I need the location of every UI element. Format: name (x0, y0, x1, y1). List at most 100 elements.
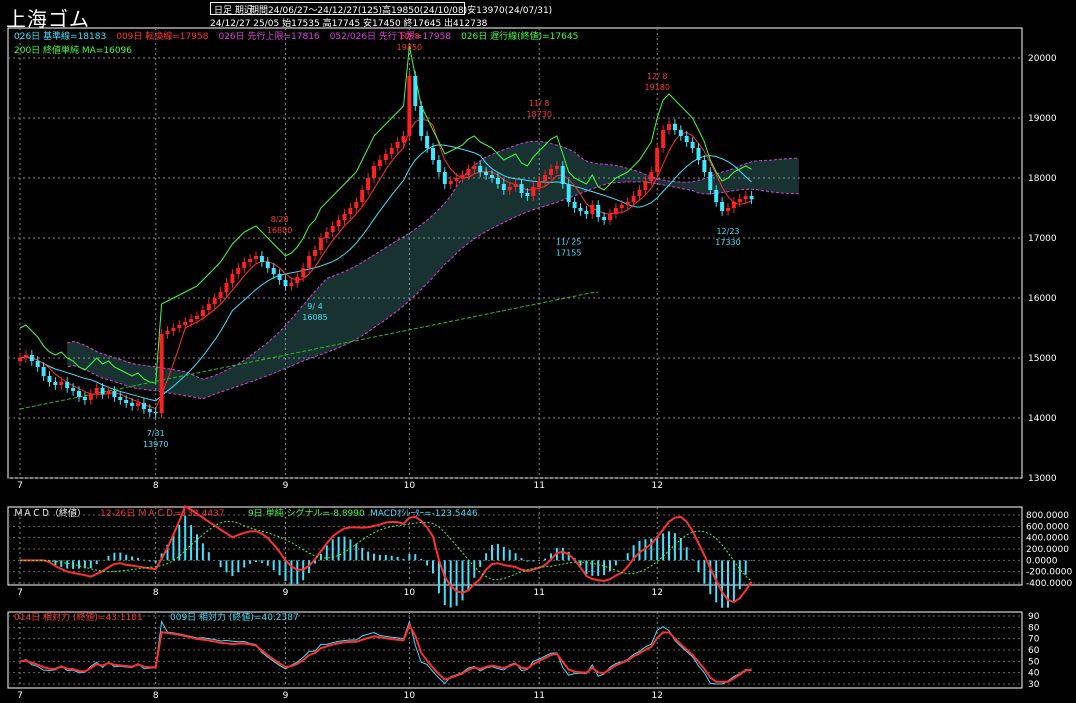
candle (53, 382, 58, 385)
candle (419, 106, 424, 136)
annotation-value: 19180 (644, 83, 669, 92)
macd-tick: 400.0000 (1026, 534, 1069, 544)
candle (366, 178, 371, 190)
candle (313, 250, 317, 256)
candle (259, 256, 264, 262)
candle (383, 154, 388, 160)
candle (436, 160, 441, 172)
candle (153, 412, 158, 414)
rsi14-line (19, 622, 752, 683)
y-tick-label: 13000 (1028, 474, 1057, 484)
candle (124, 400, 129, 403)
candle (726, 208, 730, 211)
candle (82, 397, 87, 400)
candle (254, 256, 258, 259)
rsi14-label: 014日 相対力 (終値)=43.1101 (14, 611, 143, 623)
month-label: 11 (533, 691, 544, 701)
month-label: 12 (651, 481, 662, 491)
candle (749, 196, 754, 200)
candle (566, 184, 571, 202)
candle (377, 160, 382, 166)
month-label: 8 (153, 481, 159, 491)
month-label: 7 (17, 481, 23, 491)
annotation-date: 11/ 25 (556, 238, 582, 247)
candle (702, 160, 707, 172)
candle (189, 319, 194, 322)
rsi-tick: 70 (1028, 635, 1040, 645)
candle (195, 316, 199, 319)
candle (613, 208, 618, 214)
candle (212, 298, 217, 304)
candle (59, 382, 64, 385)
annotation-date: 8/28 (271, 215, 289, 224)
candle (289, 283, 294, 286)
rsi-tick: 50 (1028, 657, 1040, 667)
macd-label: ＭＡＣＤ（終値） (14, 507, 86, 519)
y-tick-label: 15000 (1028, 354, 1057, 364)
rsi-tick: 90 (1028, 612, 1040, 622)
annotation-date: 12/23 (716, 227, 739, 236)
annotation-date: 10/ 8 (399, 32, 420, 41)
y-tick-label: 19000 (1028, 114, 1057, 124)
candle (65, 382, 70, 388)
month-label: 8 (153, 691, 159, 701)
y-tick-label: 18000 (1028, 174, 1057, 184)
candle (590, 205, 595, 214)
candle (23, 355, 28, 358)
candle (578, 208, 583, 211)
candle (342, 214, 347, 220)
candle (71, 388, 76, 391)
candle (466, 169, 471, 175)
month-label: 11 (533, 588, 544, 598)
candle (731, 202, 736, 208)
annotation-value: 17155 (556, 249, 581, 258)
candle (295, 277, 300, 283)
candle (407, 76, 412, 136)
candle (484, 172, 489, 175)
month-label: 8 (153, 588, 159, 598)
y-tick-label: 16000 (1028, 294, 1057, 304)
month-label: 10 (404, 691, 416, 701)
annotation-date: 11/ 8 (529, 99, 550, 108)
candle (519, 184, 524, 193)
candle (472, 166, 477, 169)
candle (643, 181, 648, 190)
candle (495, 178, 500, 184)
candle (141, 403, 146, 409)
candle (596, 205, 601, 217)
candle (177, 325, 182, 328)
candle (236, 268, 241, 274)
candle (425, 136, 430, 148)
candle (224, 283, 229, 292)
candle (554, 166, 559, 169)
candle (460, 175, 465, 178)
candle (413, 76, 418, 106)
candle (513, 184, 518, 187)
candle (277, 274, 282, 280)
candle (572, 202, 577, 208)
candle (720, 202, 725, 211)
candle (265, 262, 270, 268)
candle (543, 175, 548, 181)
candle (490, 175, 494, 178)
candle (318, 238, 323, 250)
candle (88, 394, 93, 400)
annotation-value: 13970 (143, 440, 168, 449)
y-tick-label: 17000 (1028, 234, 1057, 244)
macd-tick: -400.0000 (1026, 579, 1072, 589)
candle (655, 148, 660, 172)
candle (283, 280, 288, 286)
month-label: 7 (17, 588, 23, 598)
candle (230, 274, 235, 283)
candle (667, 124, 671, 130)
macd-tick: 200.0000 (1026, 545, 1069, 555)
rsi-tick: 80 (1028, 623, 1040, 633)
candle (684, 136, 689, 142)
candle (35, 361, 40, 367)
candle (301, 268, 306, 277)
rsi-tick: 60 (1028, 646, 1040, 656)
candle (29, 355, 34, 361)
candle (537, 181, 542, 187)
candle (602, 217, 607, 220)
candle (625, 202, 630, 205)
